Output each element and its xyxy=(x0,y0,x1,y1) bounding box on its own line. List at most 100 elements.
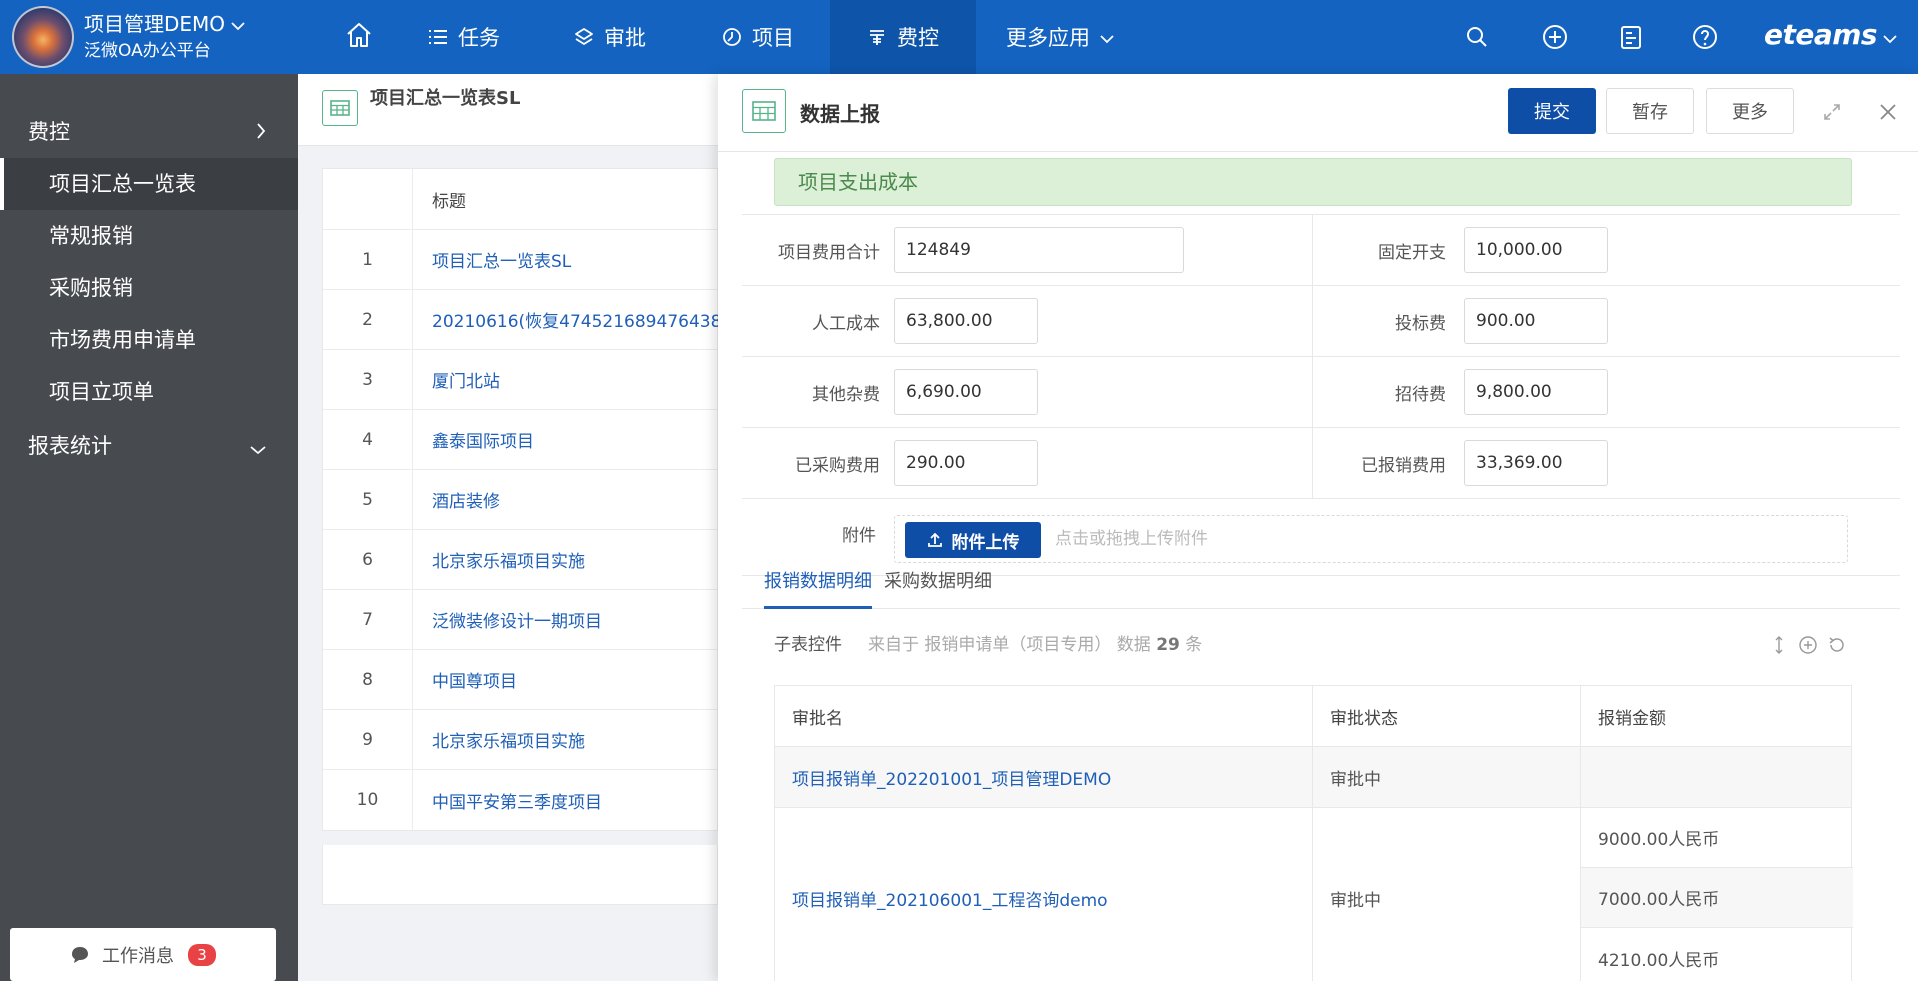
row-title-link[interactable]: 中国尊项目 xyxy=(432,650,517,709)
table-row[interactable]: 项目报销单_202201001_项目管理DEMO 审批中 xyxy=(775,747,1851,808)
section-title: 项目支出成本 xyxy=(774,158,1852,206)
panel-title: 数据上报 xyxy=(800,102,880,126)
list-header: 项目汇总一览表SL xyxy=(298,74,718,146)
reimbursed-cost-field[interactable]: 33,369.00 xyxy=(1464,440,1608,486)
row-title-link[interactable]: 厦门北站 xyxy=(432,350,500,409)
close-icon[interactable] xyxy=(1874,98,1902,126)
row-title-link[interactable]: 北京家乐福项目实施 xyxy=(432,710,585,769)
avatar[interactable] xyxy=(12,6,74,68)
upload-button[interactable]: 附件上传 xyxy=(905,522,1041,558)
sidebar-item-label: 市场费用申请单 xyxy=(49,328,196,352)
reimbursement-amount: 7000.00人民币 xyxy=(1581,868,1853,928)
table-row[interactable]: 5 酒店装修 xyxy=(323,470,717,530)
chevron-right-icon xyxy=(256,120,266,144)
table-icon xyxy=(742,89,786,133)
field-label: 其他杂费 xyxy=(812,384,880,405)
subtable-header-row: 审批名 审批状态 报销金额 xyxy=(775,686,1851,747)
submit-button[interactable]: 提交 xyxy=(1508,88,1596,134)
table-row[interactable]: 9 北京家乐福项目实施 xyxy=(323,710,717,770)
table-row[interactable]: 8 中国尊项目 xyxy=(323,650,717,710)
row-title-link[interactable]: 北京家乐福项目实施 xyxy=(432,530,585,589)
labor-cost-field[interactable]: 63,800.00 xyxy=(894,298,1038,344)
purchased-cost-field[interactable]: 290.00 xyxy=(894,440,1038,486)
sort-icon[interactable] xyxy=(1768,634,1790,656)
app-switcher[interactable]: 项目管理DEMO 泛微OA办公平台 xyxy=(12,6,246,68)
refresh-icon[interactable] xyxy=(1826,634,1848,656)
sidebar-item-project-summary[interactable]: 项目汇总一览表 xyxy=(0,158,298,210)
save-draft-button[interactable]: 暂存 xyxy=(1606,88,1694,134)
work-messages-button[interactable]: 工作消息 3 xyxy=(10,928,276,981)
sidebar-group-label: 报表统计 xyxy=(28,434,112,458)
nav-label: 项目 xyxy=(752,26,794,50)
fixed-expense-field[interactable]: 10,000.00 xyxy=(1464,227,1608,273)
table-icon xyxy=(322,90,358,126)
sidebar-item-regular-reimbursement[interactable]: 常规报销 xyxy=(0,210,298,262)
table-row[interactable]: 10 中国平安第三季度项目 xyxy=(323,770,717,830)
sidebar-item-project-setup[interactable]: 项目立项单 xyxy=(0,366,298,418)
table-row[interactable]: 6 北京家乐福项目实施 xyxy=(323,530,717,590)
chat-icon xyxy=(70,945,90,965)
row-title-link[interactable]: 泛微装修设计一期项目 xyxy=(432,590,602,649)
sidebar: 费控 项目汇总一览表 常规报销 采购报销 市场费用申请单 项目立项单 报表统计 xyxy=(0,74,298,981)
nav-approval[interactable]: 审批 xyxy=(574,0,646,74)
nav-home[interactable] xyxy=(334,0,384,74)
row-number: 6 xyxy=(323,530,413,589)
nav-label: 费控 xyxy=(897,26,939,50)
sidebar-item-purchase-reimbursement[interactable]: 采购报销 xyxy=(0,262,298,314)
field-label: 投标费 xyxy=(1395,313,1446,334)
bid-fee-field[interactable]: 900.00 xyxy=(1464,298,1608,344)
misc-fee-field[interactable]: 6,690.00 xyxy=(894,369,1038,415)
field-label: 招待费 xyxy=(1395,384,1446,405)
field-label: 已采购费用 xyxy=(795,455,880,476)
more-button[interactable]: 更多 xyxy=(1706,88,1794,134)
nav-tasks[interactable]: 任务 xyxy=(428,0,500,74)
total-cost-field[interactable]: 124849 xyxy=(894,227,1184,273)
row-title-link[interactable]: 鑫泰国际项目 xyxy=(432,410,534,469)
table-row[interactable]: 项目报销单_202106001_工程咨询demo 审批中 9000.00人民币 … xyxy=(775,808,1853,981)
row-number: 8 xyxy=(323,650,413,709)
nav-label: 任务 xyxy=(458,26,500,50)
subtable-source-suffix: 条 xyxy=(1185,635,1203,655)
approval-name-link[interactable]: 项目报销单_202201001_项目管理DEMO xyxy=(775,747,1313,807)
nav-project[interactable]: 项目 xyxy=(722,0,794,74)
notes-icon[interactable] xyxy=(1616,22,1646,52)
reimbursement-amount: 4210.00人民币 xyxy=(1598,950,1720,971)
table-row[interactable]: 1 项目汇总一览表SL xyxy=(323,230,717,290)
nav-more-apps[interactable]: 更多应用 xyxy=(1006,0,1114,74)
chevron-down-icon xyxy=(250,436,266,460)
tab-reimbursement-detail[interactable]: 报销数据明细 xyxy=(764,555,872,609)
row-title-link[interactable]: 中国平安第三季度项目 xyxy=(432,770,602,830)
sidebar-group-reports[interactable]: 报表统计 xyxy=(28,430,284,460)
search-icon[interactable] xyxy=(1462,22,1492,52)
row-number: 4 xyxy=(323,410,413,469)
subtable: 审批名 审批状态 报销金额 项目报销单_202201001_项目管理DEMO 审… xyxy=(774,685,1853,981)
table-row[interactable]: 3 厦门北站 xyxy=(323,350,717,410)
app-name: 项目管理DEMO xyxy=(84,12,226,36)
row-title-link[interactable]: 项目汇总一览表SL xyxy=(432,230,571,289)
brand-logo[interactable]: eteams xyxy=(1764,18,1897,51)
add-row-icon[interactable] xyxy=(1797,634,1819,656)
nav-expense[interactable]: 费控 xyxy=(830,0,976,74)
approval-name-link[interactable]: 项目报销单_202106001_工程咨询demo xyxy=(775,808,1313,981)
add-icon[interactable] xyxy=(1540,22,1570,52)
form-row: 已采购费用 290.00 已报销费用 33,369.00 xyxy=(742,427,1900,498)
help-icon[interactable] xyxy=(1690,22,1720,52)
row-number: 5 xyxy=(323,470,413,529)
upload-button-label: 附件上传 xyxy=(951,532,1020,553)
tab-purchase-detail[interactable]: 采购数据明细 xyxy=(884,555,992,609)
nav-label: 审批 xyxy=(604,26,646,50)
sidebar-group-expense[interactable]: 费控 xyxy=(28,116,284,146)
entertainment-fee-field[interactable]: 9,800.00 xyxy=(1464,369,1608,415)
list-table: 标题 1 项目汇总一览表SL 2 20210616(恢复47452168947643… xyxy=(322,168,754,831)
table-row[interactable]: 4 鑫泰国际项目 xyxy=(323,410,717,470)
row-title-link[interactable]: 20210616(恢复474521689476438866 xyxy=(432,290,754,349)
reimbursement-amount: 9000.00人民币 xyxy=(1581,808,1853,868)
reimbursement-amount xyxy=(1581,747,1853,807)
field-label: 人工成本 xyxy=(812,313,880,334)
field-label: 项目费用合计 xyxy=(778,242,880,263)
table-row[interactable]: 2 20210616(恢复474521689476438866 xyxy=(323,290,754,350)
row-title-link[interactable]: 酒店装修 xyxy=(432,470,500,529)
table-row[interactable]: 7 泛微装修设计一期项目 xyxy=(323,590,717,650)
expand-icon[interactable] xyxy=(1818,98,1846,126)
sidebar-item-market-expense[interactable]: 市场费用申请单 xyxy=(0,314,298,366)
